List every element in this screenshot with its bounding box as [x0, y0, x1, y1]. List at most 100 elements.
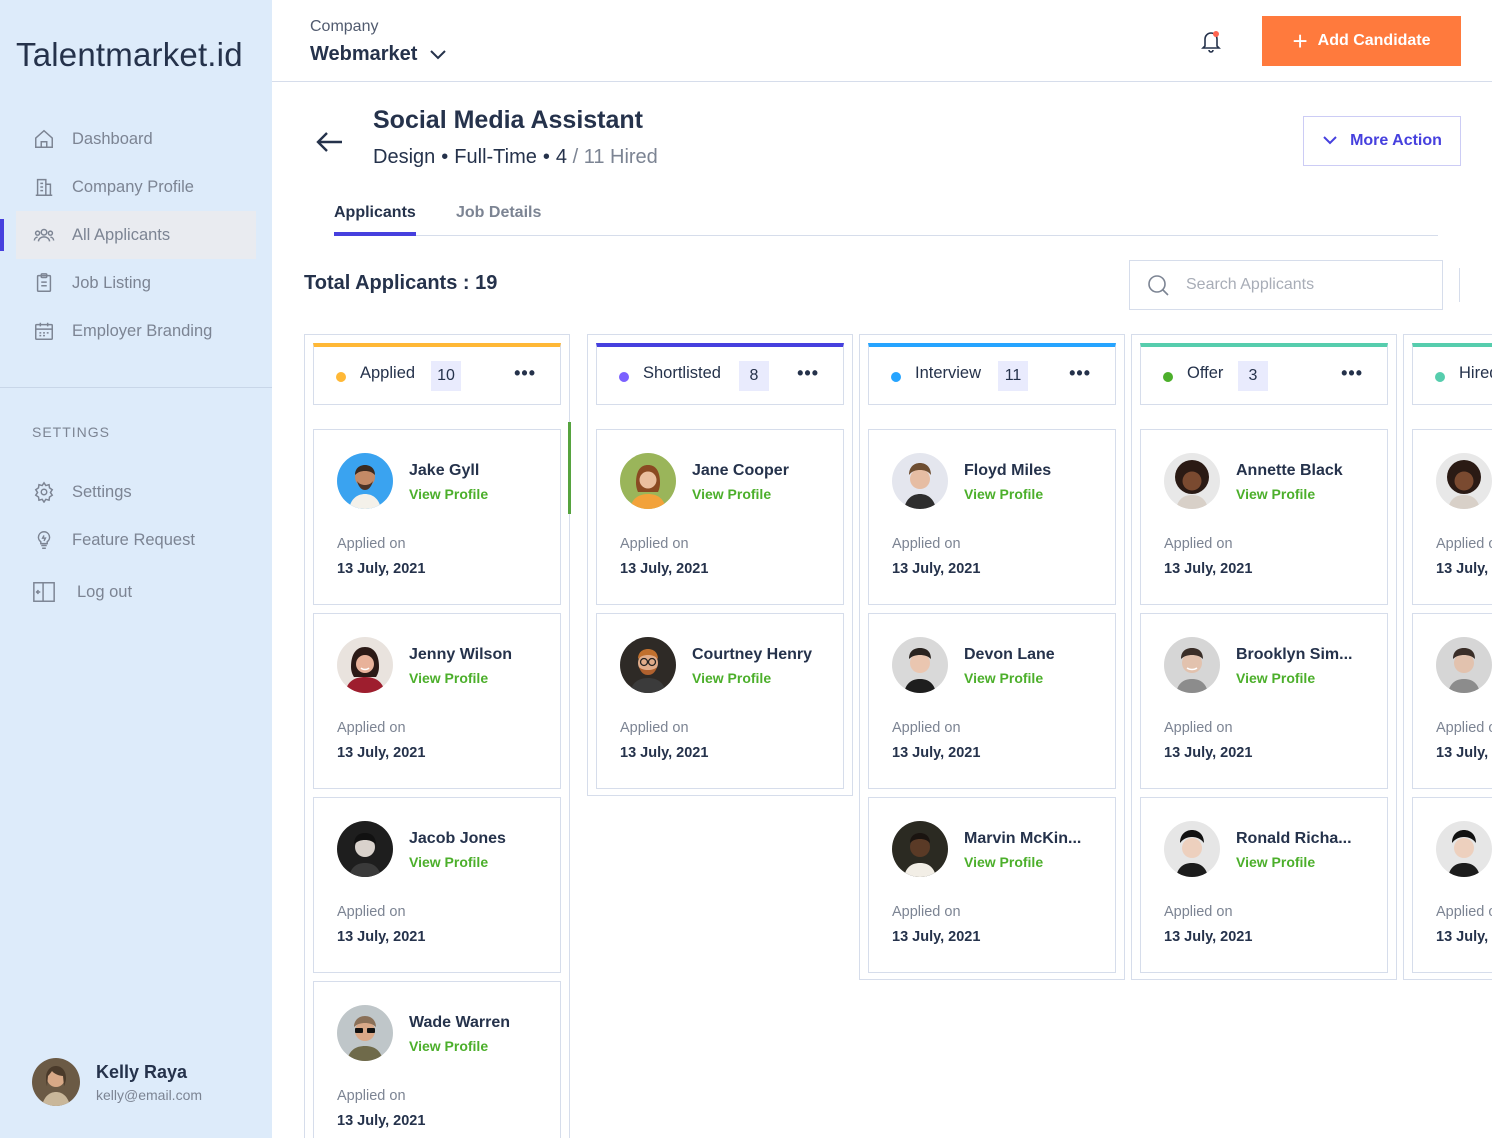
more-action-label: More Action [1350, 132, 1442, 149]
column-title: Interview [915, 364, 982, 382]
view-profile-link[interactable]: View Profile [1236, 670, 1315, 686]
sidebar-item-dashboard[interactable]: Dashboard [0, 115, 272, 163]
applied-label: Applied on [620, 536, 689, 552]
view-profile-link[interactable]: View Profile [409, 670, 488, 686]
sidebar-item-all-applicants[interactable]: All Applicants [0, 211, 256, 259]
column-title: Offer [1187, 364, 1224, 382]
applied-label: Applied on [892, 720, 961, 736]
more-action-button[interactable]: More Action [1303, 116, 1461, 166]
sidebar-item-settings[interactable]: Settings [0, 468, 272, 516]
tab-applicants[interactable]: Applicants [334, 204, 416, 222]
settings-nav: Settings Feature Request Log out [0, 468, 272, 616]
candidate-name: Ronald Richa... [1236, 830, 1352, 847]
separator-dot: • [542, 146, 550, 168]
sidebar-item-label: Dashboard [72, 129, 153, 148]
view-profile-link[interactable]: View Profile [1236, 854, 1315, 870]
candidate-name: Courtney Henry [692, 646, 813, 663]
more-dots-icon[interactable]: ••• [514, 363, 536, 384]
applied-label: Applied on [1164, 720, 1233, 736]
column-header: Applied 10 ••• [313, 343, 561, 405]
chevron-down-icon [429, 43, 447, 66]
candidate-card[interactable]: Courtney Henry View Profile Applied on 1… [596, 613, 844, 789]
candidate-name: Jake Gyll [409, 462, 480, 479]
applied-label: Applied on [1164, 536, 1233, 552]
candidate-name: Brooklyn Sim... [1236, 646, 1353, 663]
candidate-card[interactable]: Devon Lane View Profile Applied on 13 Ju… [868, 613, 1116, 789]
candidate-card[interactable]: Annette Black View Profile Applied on 13… [1140, 429, 1388, 605]
add-candidate-button[interactable]: + Add Candidate [1262, 16, 1461, 66]
notification-bell-icon[interactable] [1198, 28, 1224, 54]
applied-date: 13 July, 2021 [337, 929, 426, 945]
view-profile-link[interactable]: View Profile [964, 670, 1043, 686]
sidebar-item-company-profile[interactable]: Company Profile [0, 163, 272, 211]
column-title: Hired [1459, 364, 1492, 382]
view-profile-link[interactable]: View Profile [409, 1038, 488, 1054]
column-header: Interview 11 ••• [868, 343, 1116, 405]
calendar-icon [32, 319, 56, 343]
sidebar-item-feature-request[interactable]: Feature Request [0, 516, 272, 564]
candidate-name: Marvin McKin... [964, 830, 1082, 847]
candidate-avatar [337, 1005, 393, 1061]
applied-date: 13 July, 2021 [337, 1113, 426, 1129]
column-header: Hired [1412, 343, 1492, 405]
more-dots-icon[interactable]: ••• [1069, 363, 1091, 384]
sidebar-item-label: Feature Request [72, 530, 195, 549]
settings-heading: SETTINGS [32, 424, 111, 440]
candidate-card[interactable]: Brooklyn Sim... View Profile Applied on … [1140, 613, 1388, 789]
main-nav: Dashboard Company Profile All Applicants… [0, 115, 272, 355]
candidate-card[interactable]: Marvin McKin... View Profile Applied on … [868, 797, 1116, 973]
candidate-card[interactable]: Jacob Jones View Profile Applied on 13 J… [313, 797, 561, 973]
candidate-avatar [337, 821, 393, 877]
company-selector[interactable]: Webmarket [310, 43, 447, 66]
more-dots-icon[interactable]: ••• [1341, 363, 1363, 384]
candidate-card[interactable]: Applied on 13 July, 2021 [1412, 797, 1492, 973]
search-box[interactable] [1129, 260, 1443, 310]
job-category: Design [373, 146, 436, 168]
candidate-card[interactable]: Wade Warren View Profile Applied on 13 J… [313, 981, 561, 1138]
brand-logo[interactable]: Talentmarket.id [16, 36, 243, 74]
tab-job-details[interactable]: Job Details [456, 204, 541, 222]
candidate-avatar [337, 453, 393, 509]
view-profile-link[interactable]: View Profile [964, 854, 1043, 870]
search-icon [1146, 273, 1170, 297]
applied-label: Applied on [1436, 720, 1492, 736]
sidebar-item-label: Log out [77, 582, 133, 601]
applied-date: 13 July, 2021 [892, 745, 981, 761]
candidate-card[interactable]: Jake Gyll View Profile Applied on 13 Jul… [313, 429, 561, 605]
view-profile-link[interactable]: View Profile [692, 486, 771, 502]
candidate-avatar [1164, 453, 1220, 509]
back-arrow-icon[interactable] [314, 126, 346, 158]
applied-date: 13 July, 2021 [1436, 561, 1492, 577]
applied-label: Applied on [337, 720, 406, 736]
view-profile-link[interactable]: View Profile [1236, 486, 1315, 502]
candidate-card[interactable]: Floyd Miles View Profile Applied on 13 J… [868, 429, 1116, 605]
candidate-card[interactable]: Applied on 13 July, 2021 [1412, 613, 1492, 789]
applied-date: 13 July, 2021 [620, 745, 709, 761]
view-profile-link[interactable]: View Profile [409, 486, 488, 502]
status-dot [1435, 372, 1445, 382]
sidebar-item-job-listing[interactable]: Job Listing [0, 259, 272, 307]
candidate-card[interactable]: Ronald Richa... View Profile Applied on … [1140, 797, 1388, 973]
user-profile[interactable]: Kelly Raya kelly@email.com [32, 1058, 202, 1106]
view-profile-link[interactable]: View Profile [409, 854, 488, 870]
candidate-card[interactable]: Jane Cooper View Profile Applied on 13 J… [596, 429, 844, 605]
column-applied: Applied 10 ••• Jake Gyll View Profile Ap… [304, 334, 570, 1138]
candidate-card[interactable]: Jenny Wilson View Profile Applied on 13 … [313, 613, 561, 789]
total-applicants: Total Applicants : 19 [304, 272, 498, 294]
search-input[interactable] [1186, 276, 1426, 294]
sidebar: Talentmarket.id Dashboard Company Profil… [0, 0, 272, 1138]
sidebar-item-employer-branding[interactable]: Employer Branding [0, 307, 272, 355]
sidebar-item-label: Company Profile [72, 177, 194, 196]
sidebar-item-logout[interactable]: Log out [0, 568, 272, 616]
view-profile-link[interactable]: View Profile [692, 670, 771, 686]
more-dots-icon[interactable]: ••• [797, 363, 819, 384]
candidate-avatar [892, 821, 948, 877]
plus-icon: + [1292, 26, 1308, 56]
candidate-card[interactable]: Applied on 13 July, 2021 [1412, 429, 1492, 605]
add-candidate-label: Add Candidate [1317, 32, 1431, 49]
view-profile-link[interactable]: View Profile [964, 486, 1043, 502]
candidate-name: Jenny Wilson [409, 646, 512, 663]
job-title: Social Media Assistant [373, 106, 643, 134]
lightbulb-icon [32, 528, 56, 552]
applied-label: Applied on [892, 536, 961, 552]
